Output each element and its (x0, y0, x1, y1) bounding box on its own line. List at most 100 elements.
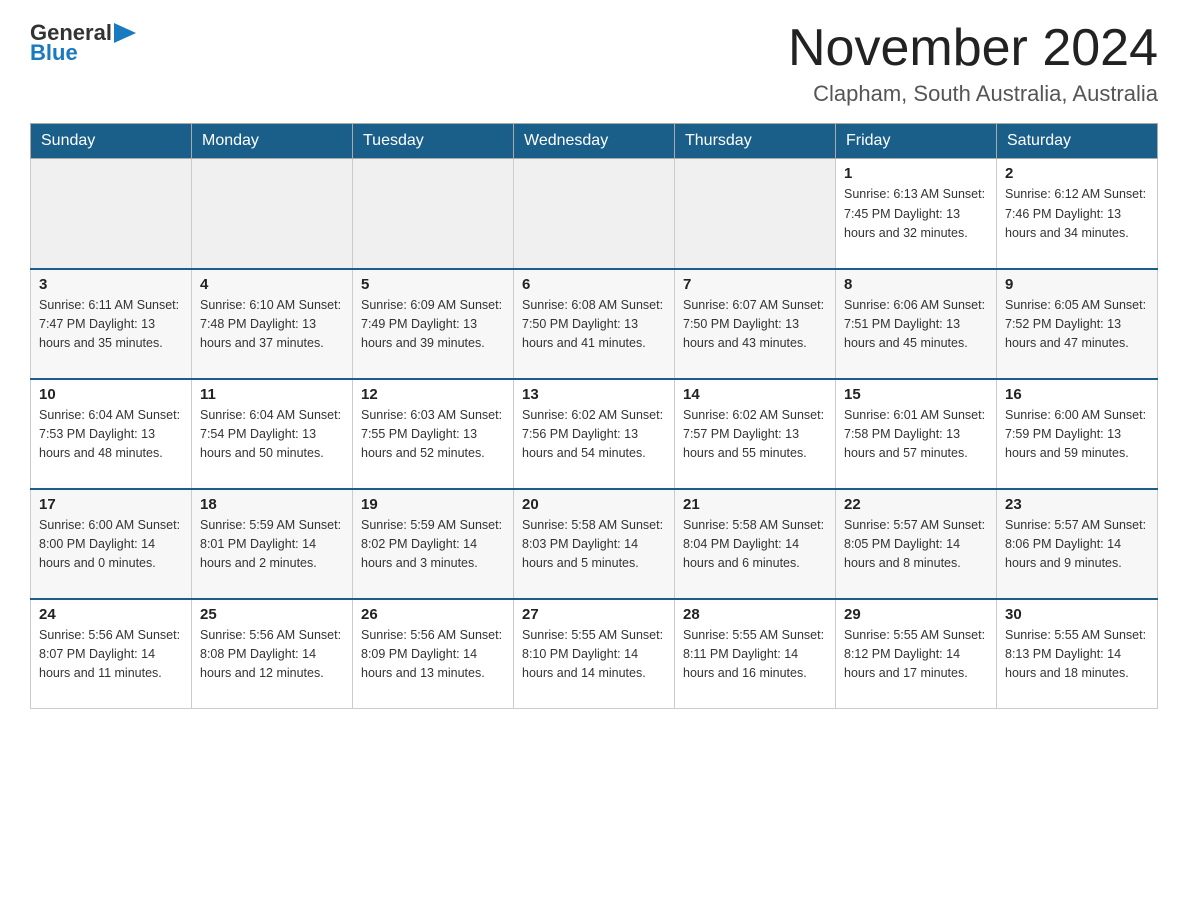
weekday-header-thursday: Thursday (675, 124, 836, 159)
calendar-cell: 20Sunrise: 5:58 AM Sunset: 8:03 PM Dayli… (514, 489, 675, 599)
day-info: Sunrise: 6:09 AM Sunset: 7:49 PM Dayligh… (361, 296, 505, 354)
weekday-header-monday: Monday (192, 124, 353, 159)
calendar-table: SundayMondayTuesdayWednesdayThursdayFrid… (30, 123, 1158, 709)
logo-arrow-icon (114, 23, 136, 43)
day-number: 27 (522, 606, 666, 623)
day-info: Sunrise: 6:01 AM Sunset: 7:58 PM Dayligh… (844, 406, 988, 464)
day-number: 1 (844, 165, 988, 182)
title-area: November 2024 Clapham, South Australia, … (788, 20, 1158, 107)
calendar-cell (31, 159, 192, 269)
day-number: 29 (844, 606, 988, 623)
day-number: 22 (844, 496, 988, 513)
day-number: 24 (39, 606, 183, 623)
weekday-header-saturday: Saturday (997, 124, 1158, 159)
calendar-cell: 29 Sunrise: 5:55 AM Sunset: 8:12 PM Dayli… (836, 599, 997, 709)
day-number: 3 (39, 276, 183, 293)
calendar-cell: 30 Sunrise: 5:55 AM Sunset: 8:13 PM Dayli… (997, 599, 1158, 709)
weekday-header-tuesday: Tuesday (353, 124, 514, 159)
day-number: 30 (1005, 606, 1149, 623)
day-number: 11 (200, 386, 344, 403)
day-number: 7 (683, 276, 827, 293)
day-info: Sunrise: 6:00 AM Sunset: 8:00 PM Dayligh… (39, 516, 183, 574)
day-number: 28 (683, 606, 827, 623)
day-info: Sunrise: 5:57 AM Sunset: 8:05 PM Dayligh… (844, 516, 988, 574)
day-info: Sunrise: 6:08 AM Sunset: 7:50 PM Dayligh… (522, 296, 666, 354)
day-number: 5 (361, 276, 505, 293)
day-info: Sunrise: 5:58 AM Sunset: 8:03 PM Dayligh… (522, 516, 666, 574)
day-info: Sunrise: 5:55 AM Sunset: 8:12 PM Dayligh… (844, 626, 988, 684)
calendar-cell: 16Sunrise: 6:00 AM Sunset: 7:59 PM Dayli… (997, 379, 1158, 489)
day-info: Sunrise: 5:55 AM Sunset: 8:13 PM Dayligh… (1005, 626, 1149, 684)
calendar-cell: 15 Sunrise: 6:01 AM Sunset: 7:58 PM Dayli… (836, 379, 997, 489)
day-info: Sunrise: 6:04 AM Sunset: 7:53 PM Dayligh… (39, 406, 183, 464)
day-number: 26 (361, 606, 505, 623)
calendar-cell: 22 Sunrise: 5:57 AM Sunset: 8:05 PM Dayli… (836, 489, 997, 599)
day-info: Sunrise: 6:06 AM Sunset: 7:51 PM Dayligh… (844, 296, 988, 354)
calendar-cell: 10 Sunrise: 6:04 AM Sunset: 7:53 PM Dayli… (31, 379, 192, 489)
day-info: Sunrise: 6:10 AM Sunset: 7:48 PM Dayligh… (200, 296, 344, 354)
day-number: 8 (844, 276, 988, 293)
calendar-cell: 4 Sunrise: 6:10 AM Sunset: 7:48 PM Daylig… (192, 269, 353, 379)
logo-blue-text: Blue (30, 40, 78, 66)
day-info: Sunrise: 5:56 AM Sunset: 8:07 PM Dayligh… (39, 626, 183, 684)
calendar-cell: 23Sunrise: 5:57 AM Sunset: 8:06 PM Dayli… (997, 489, 1158, 599)
calendar-cell: 9 Sunrise: 6:05 AM Sunset: 7:52 PM Daylig… (997, 269, 1158, 379)
calendar-cell: 28 Sunrise: 5:55 AM Sunset: 8:11 PM Dayli… (675, 599, 836, 709)
day-number: 18 (200, 496, 344, 513)
calendar-week-4: 17 Sunrise: 6:00 AM Sunset: 8:00 PM Dayli… (31, 489, 1158, 599)
day-number: 4 (200, 276, 344, 293)
day-number: 19 (361, 496, 505, 513)
weekday-header-friday: Friday (836, 124, 997, 159)
day-number: 14 (683, 386, 827, 403)
calendar-cell: 1Sunrise: 6:13 AM Sunset: 7:45 PM Daylig… (836, 159, 997, 269)
calendar-cell: 7 Sunrise: 6:07 AM Sunset: 7:50 PM Daylig… (675, 269, 836, 379)
calendar-cell: 19Sunrise: 5:59 AM Sunset: 8:02 PM Dayli… (353, 489, 514, 599)
day-number: 25 (200, 606, 344, 623)
calendar-cell: 24 Sunrise: 5:56 AM Sunset: 8:07 PM Dayli… (31, 599, 192, 709)
day-number: 15 (844, 386, 988, 403)
calendar-cell: 27 Sunrise: 5:55 AM Sunset: 8:10 PM Dayli… (514, 599, 675, 709)
day-number: 13 (522, 386, 666, 403)
day-info: Sunrise: 6:11 AM Sunset: 7:47 PM Dayligh… (39, 296, 183, 354)
page-title: November 2024 (788, 20, 1158, 77)
day-info: Sunrise: 6:00 AM Sunset: 7:59 PM Dayligh… (1005, 406, 1149, 464)
calendar-week-2: 3 Sunrise: 6:11 AM Sunset: 7:47 PM Daylig… (31, 269, 1158, 379)
day-number: 9 (1005, 276, 1149, 293)
calendar-cell: 6 Sunrise: 6:08 AM Sunset: 7:50 PM Daylig… (514, 269, 675, 379)
calendar-cell: 3 Sunrise: 6:11 AM Sunset: 7:47 PM Daylig… (31, 269, 192, 379)
calendar-cell: 13 Sunrise: 6:02 AM Sunset: 7:56 PM Dayli… (514, 379, 675, 489)
calendar-cell: 8 Sunrise: 6:06 AM Sunset: 7:51 PM Daylig… (836, 269, 997, 379)
calendar-cell: 2Sunrise: 6:12 AM Sunset: 7:46 PM Daylig… (997, 159, 1158, 269)
calendar-cell: 26Sunrise: 5:56 AM Sunset: 8:09 PM Dayli… (353, 599, 514, 709)
day-info: Sunrise: 5:59 AM Sunset: 8:01 PM Dayligh… (200, 516, 344, 574)
calendar-cell: 18 Sunrise: 5:59 AM Sunset: 8:01 PM Dayli… (192, 489, 353, 599)
calendar-cell (192, 159, 353, 269)
weekday-header-row: SundayMondayTuesdayWednesdayThursdayFrid… (31, 124, 1158, 159)
day-info: Sunrise: 5:55 AM Sunset: 8:10 PM Dayligh… (522, 626, 666, 684)
day-info: Sunrise: 5:55 AM Sunset: 8:11 PM Dayligh… (683, 626, 827, 684)
day-info: Sunrise: 6:02 AM Sunset: 7:56 PM Dayligh… (522, 406, 666, 464)
day-info: Sunrise: 6:04 AM Sunset: 7:54 PM Dayligh… (200, 406, 344, 464)
calendar-cell: 17 Sunrise: 6:00 AM Sunset: 8:00 PM Dayli… (31, 489, 192, 599)
page-subtitle: Clapham, South Australia, Australia (788, 81, 1158, 107)
day-info: Sunrise: 6:07 AM Sunset: 7:50 PM Dayligh… (683, 296, 827, 354)
day-info: Sunrise: 6:05 AM Sunset: 7:52 PM Dayligh… (1005, 296, 1149, 354)
calendar-cell (353, 159, 514, 269)
day-number: 10 (39, 386, 183, 403)
day-info: Sunrise: 6:02 AM Sunset: 7:57 PM Dayligh… (683, 406, 827, 464)
day-info: Sunrise: 5:56 AM Sunset: 8:08 PM Dayligh… (200, 626, 344, 684)
header: General Blue November 2024 Clapham, Sout… (30, 20, 1158, 107)
calendar-cell (675, 159, 836, 269)
day-number: 17 (39, 496, 183, 513)
logo: General Blue (30, 20, 136, 66)
day-info: Sunrise: 6:03 AM Sunset: 7:55 PM Dayligh… (361, 406, 505, 464)
calendar-cell: 11 Sunrise: 6:04 AM Sunset: 7:54 PM Dayli… (192, 379, 353, 489)
day-info: Sunrise: 5:58 AM Sunset: 8:04 PM Dayligh… (683, 516, 827, 574)
day-info: Sunrise: 6:12 AM Sunset: 7:46 PM Dayligh… (1005, 185, 1149, 243)
calendar-cell: 21Sunrise: 5:58 AM Sunset: 8:04 PM Dayli… (675, 489, 836, 599)
calendar-cell: 25 Sunrise: 5:56 AM Sunset: 8:08 PM Dayli… (192, 599, 353, 709)
day-number: 6 (522, 276, 666, 293)
calendar-week-1: 1Sunrise: 6:13 AM Sunset: 7:45 PM Daylig… (31, 159, 1158, 269)
day-number: 12 (361, 386, 505, 403)
calendar-cell (514, 159, 675, 269)
